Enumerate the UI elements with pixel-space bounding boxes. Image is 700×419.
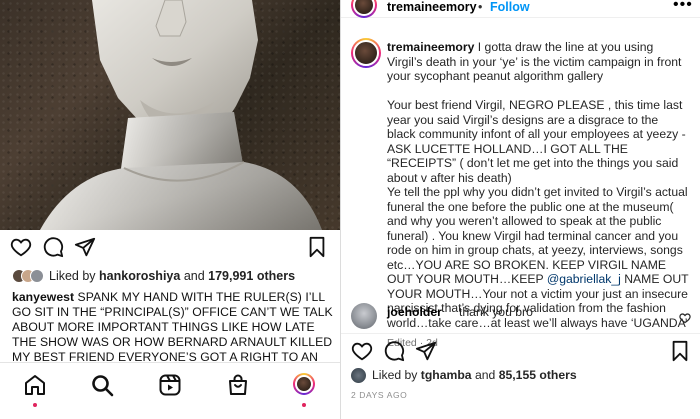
comment-author-avatar[interactable] xyxy=(351,38,381,68)
share-icon[interactable] xyxy=(415,340,437,362)
liker-avatar[interactable] xyxy=(30,269,44,283)
comment-icon[interactable] xyxy=(42,236,64,258)
comment-text-3a: Ye tell the ppl why you didn’t get invit… xyxy=(387,185,688,286)
heart-icon[interactable] xyxy=(10,236,32,258)
likes-count[interactable]: 179,991 others xyxy=(208,269,295,283)
shop-icon[interactable] xyxy=(226,373,250,397)
comment-username[interactable]: tremaineemory xyxy=(387,40,474,54)
bookmark-icon[interactable] xyxy=(306,236,328,258)
post-date: 2 DAYS AGO xyxy=(351,390,408,400)
right-likes-count[interactable]: 85,155 others xyxy=(499,368,577,382)
header-separator: • xyxy=(478,0,483,14)
post-actions-bar xyxy=(0,236,340,262)
profile-notification-dot xyxy=(302,403,306,407)
comment-icon[interactable] xyxy=(383,340,405,362)
right-likes-summary: Liked by tghamba and 85,155 others xyxy=(351,367,577,383)
post-caption: kanyewest SPANK MY HAND WITH THE RULER(S… xyxy=(12,290,334,362)
reply-username[interactable]: joeholder xyxy=(387,305,442,319)
follow-button[interactable]: Follow xyxy=(490,0,530,14)
header-username[interactable]: tremaineemory xyxy=(387,0,477,14)
reply-comment: joeholder thank you bro xyxy=(351,301,696,329)
home-icon[interactable] xyxy=(23,373,47,397)
profile-avatar[interactable] xyxy=(293,373,315,395)
home-notification-dot xyxy=(33,403,37,407)
right-likes-and: and xyxy=(474,368,496,382)
post-photo-statue[interactable] xyxy=(0,0,340,230)
statue-bust-illustration xyxy=(40,0,322,230)
share-icon[interactable] xyxy=(74,236,96,258)
right-likes-prefix: Liked by xyxy=(372,368,418,382)
comment-author-avatar-image xyxy=(353,40,379,66)
comments-panel: tremaineemory • Follow ••• tremaineemory… xyxy=(340,0,700,419)
header-avatar-image xyxy=(353,0,375,16)
likes-text[interactable]: Liked by hankoroshiya and 179,991 others xyxy=(49,269,295,283)
bookmark-icon[interactable] xyxy=(669,340,691,362)
heart-icon[interactable] xyxy=(351,340,373,362)
liker-avatar[interactable] xyxy=(351,367,366,383)
likes-and: and xyxy=(183,269,205,283)
right-likes-text[interactable]: Liked by tghamba and 85,155 others xyxy=(372,368,577,382)
header-avatar[interactable] xyxy=(351,0,377,18)
comment-paragraph-2: Your best friend Virgil, NEGRO PLEASE , … xyxy=(387,98,686,185)
mention-link[interactable]: @gabriellak_j xyxy=(547,272,621,286)
comment-paragraph-1: tremaineemory I gotta draw the line at y… xyxy=(387,40,689,84)
bottom-navigation xyxy=(0,362,340,419)
more-options-icon[interactable]: ••• xyxy=(673,0,693,14)
caption-username[interactable]: kanyewest xyxy=(12,290,74,304)
reels-icon[interactable] xyxy=(158,373,182,397)
liker-username[interactable]: hankoroshiya xyxy=(99,269,180,283)
right-liker-username[interactable]: tghamba xyxy=(421,368,472,382)
right-actions-bar xyxy=(341,333,700,362)
reply-like-heart-icon[interactable] xyxy=(679,311,691,324)
likes-prefix: Liked by xyxy=(49,269,96,283)
post-header: tremaineemory • Follow ••• xyxy=(341,0,700,18)
search-icon[interactable] xyxy=(90,373,114,397)
reply-text: thank you bro xyxy=(459,305,533,319)
reply-avatar[interactable] xyxy=(351,303,377,329)
left-post-panel: Liked by hankoroshiya and 179,991 others… xyxy=(0,0,340,419)
profile-avatar-image xyxy=(295,375,313,393)
likes-summary: Liked by hankoroshiya and 179,991 others xyxy=(12,267,295,285)
